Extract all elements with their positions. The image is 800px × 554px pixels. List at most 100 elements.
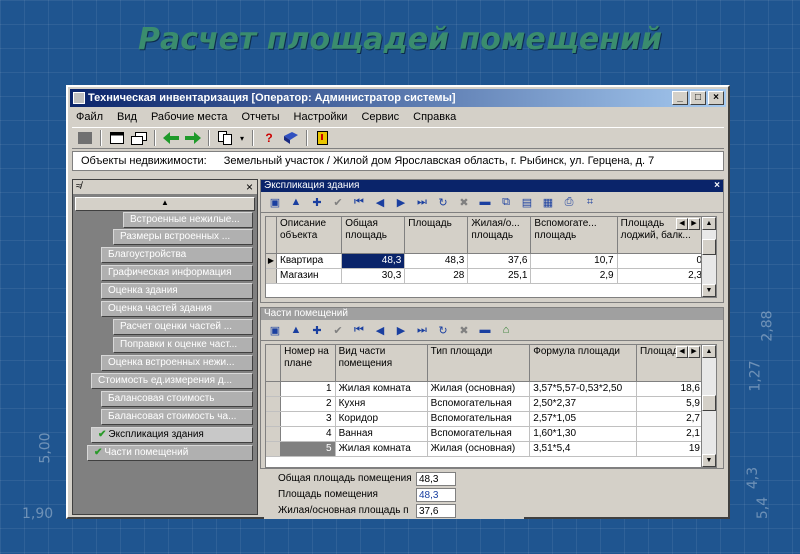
table-cell[interactable]: 48,3 — [404, 253, 469, 269]
table-cell[interactable]: 1 — [280, 381, 336, 397]
column-header[interactable]: Тип площади — [427, 345, 531, 382]
tree-item[interactable]: Поправки к оценке част... — [113, 337, 253, 353]
table-cell[interactable]: 2,9 — [530, 268, 618, 284]
column-header[interactable]: Жилая/о... площадь — [467, 217, 532, 254]
tree-close-icon[interactable]: × — [246, 180, 253, 194]
print-icon[interactable]: ⎙ — [561, 195, 577, 209]
move-up-icon[interactable]: ▲ — [288, 323, 304, 337]
prev-record-icon[interactable]: ◀ — [372, 195, 388, 209]
table-row[interactable]: ▶ Квартира 48,3 48,3 37,6 10,7 0 — [266, 253, 707, 269]
grid-icon[interactable] — [76, 130, 94, 146]
scroll-up-button[interactable]: ▲ — [702, 345, 716, 358]
table-cell[interactable]: 5 — [280, 441, 336, 457]
scroll-thumb[interactable] — [702, 395, 716, 411]
column-header[interactable]: Описание объекта — [276, 217, 343, 254]
back-arrow-icon[interactable] — [162, 130, 180, 146]
menu-settings[interactable]: Настройки — [294, 109, 348, 125]
tree-item[interactable]: Балансовая стоимость — [101, 391, 253, 407]
total-area-field[interactable]: 48,3 — [416, 472, 456, 486]
table-cell[interactable]: 28 — [404, 268, 469, 284]
table-row[interactable]: 5 Жилая комната Жилая (основная) 3,51*5,… — [266, 441, 705, 457]
chevron-down-icon[interactable]: ▾ — [238, 130, 246, 146]
table-cell[interactable]: Вспомогательная — [427, 411, 531, 427]
tree-item-room-parts[interactable]: ✔ Части помещений — [87, 445, 253, 461]
add-icon[interactable]: ✚ — [309, 195, 325, 209]
table-row[interactable]: 4 Ванная Вспомогательная 1,60*1,30 2,1 — [266, 426, 705, 442]
cancel-icon[interactable]: ✖ — [456, 323, 472, 337]
table-cell[interactable]: Квартира — [276, 253, 343, 269]
table-cell[interactable]: Жилая (основная) — [427, 381, 531, 397]
refresh-icon[interactable]: ↻ — [435, 195, 451, 209]
table-cell[interactable]: 18,6 — [636, 381, 705, 397]
table-cell[interactable]: 48,3 — [341, 253, 406, 269]
table-cell[interactable]: Магазин — [276, 268, 343, 284]
scroll-thumb[interactable] — [702, 239, 716, 255]
column-header[interactable]: Формула площади — [529, 345, 637, 382]
window-icon[interactable] — [108, 130, 126, 146]
scroll-up-button[interactable]: ▲ — [702, 217, 716, 230]
tree-item[interactable]: Размеры встроенных ... — [113, 229, 253, 245]
column-header[interactable]: Общая площадь — [341, 217, 406, 254]
table-cell[interactable]: 10,7 — [530, 253, 618, 269]
scroll-right-button[interactable]: ▶ — [688, 218, 700, 230]
table-cell[interactable]: Жилая комната — [335, 441, 428, 457]
house-icon[interactable]: ⌂ — [498, 323, 514, 337]
book-icon[interactable] — [282, 130, 300, 146]
table-cell[interactable]: Вспомогательная — [427, 426, 531, 442]
menu-workplaces[interactable]: Рабочие места — [151, 109, 228, 125]
prev-record-icon[interactable]: ◀ — [372, 323, 388, 337]
delete-icon[interactable]: ▬ — [477, 323, 493, 337]
living-area-field[interactable]: 37,6 — [416, 504, 456, 518]
table-cell[interactable]: 2,57*1,05 — [529, 411, 637, 427]
first-record-icon[interactable]: ⏮ — [351, 323, 367, 337]
vertical-scrollbar[interactable]: ▲ ▼ — [701, 217, 716, 297]
form-icon[interactable]: ▣ — [267, 195, 283, 209]
tree-item[interactable]: Стоимость ед.измерения д... — [91, 373, 253, 389]
tree-item[interactable]: Встроенные нежилые... — [123, 212, 253, 228]
copy-icon[interactable] — [216, 130, 234, 146]
tree-item[interactable]: Расчет оценки частей ... — [113, 319, 253, 335]
window-titlebar[interactable]: Техническая инвентаризация [Оператор: Ад… — [70, 89, 726, 107]
tree-item-explication[interactable]: ✔ Экспликация здания — [91, 427, 253, 443]
table-row[interactable]: 2 Кухня Вспомогательная 2,50*2,37 5,9 — [266, 396, 705, 412]
table-cell[interactable]: 30,3 — [341, 268, 406, 284]
tree-item[interactable]: Благоустройства — [101, 247, 253, 263]
table-row[interactable]: 3 Коридор Вспомогательная 2,57*1,05 2,7 — [266, 411, 705, 427]
table-cell[interactable]: 3,57*5,57-0,53*2,50 — [529, 381, 637, 397]
column-header[interactable]: Номер на плане — [280, 345, 336, 382]
table-row[interactable]: Магазин 30,3 28 25,1 2,9 2,3 — [266, 268, 707, 284]
confirm-icon[interactable]: ✔ — [330, 323, 346, 337]
table-row[interactable]: 1 Жилая комната Жилая (основная) 3,57*5,… — [266, 381, 705, 397]
table-cell[interactable]: 2,50*2,37 — [529, 396, 637, 412]
vertical-scrollbar[interactable]: ▲ ▼ — [701, 345, 716, 467]
forward-arrow-icon[interactable] — [184, 130, 202, 146]
move-up-icon[interactable]: ▲ — [288, 195, 304, 209]
pin-icon[interactable]: ≉ — [76, 181, 82, 192]
scroll-down-button[interactable]: ▼ — [702, 284, 716, 297]
table-cell[interactable]: Жилая комната — [335, 381, 428, 397]
column-header[interactable]: Вид части помещения — [335, 345, 428, 382]
copy-record-icon[interactable]: ⧉ — [498, 195, 514, 209]
table-cell[interactable]: Коридор — [335, 411, 428, 427]
minimize-button[interactable]: _ — [672, 91, 688, 105]
table-cell[interactable]: 2,1 — [636, 426, 705, 442]
exit-icon[interactable] — [314, 130, 332, 146]
confirm-icon[interactable]: ✔ — [330, 195, 346, 209]
delete-icon[interactable]: ▬ — [477, 195, 493, 209]
tree-item[interactable]: Оценка здания — [101, 283, 253, 299]
table-cell[interactable]: 19 — [636, 441, 705, 457]
table-cell[interactable]: 1,60*1,30 — [529, 426, 637, 442]
menu-service[interactable]: Сервис — [361, 109, 399, 125]
scroll-right-button[interactable]: ▶ — [688, 346, 700, 358]
scroll-down-button[interactable]: ▼ — [702, 454, 716, 467]
table-cell[interactable]: Вспомогательная — [427, 396, 531, 412]
add-icon[interactable]: ✚ — [309, 323, 325, 337]
menu-help[interactable]: Справка — [413, 109, 456, 125]
form-icon[interactable]: ▣ — [267, 323, 283, 337]
next-record-icon[interactable]: ▶ — [393, 323, 409, 337]
table-cell[interactable]: 0 — [617, 253, 707, 269]
column-header[interactable]: Вспомогате... площадь — [530, 217, 618, 254]
next-record-icon[interactable]: ▶ — [393, 195, 409, 209]
tree-item[interactable]: Балансовая стоимость ча... — [101, 409, 253, 425]
last-record-icon[interactable]: ⏭ — [414, 195, 430, 209]
